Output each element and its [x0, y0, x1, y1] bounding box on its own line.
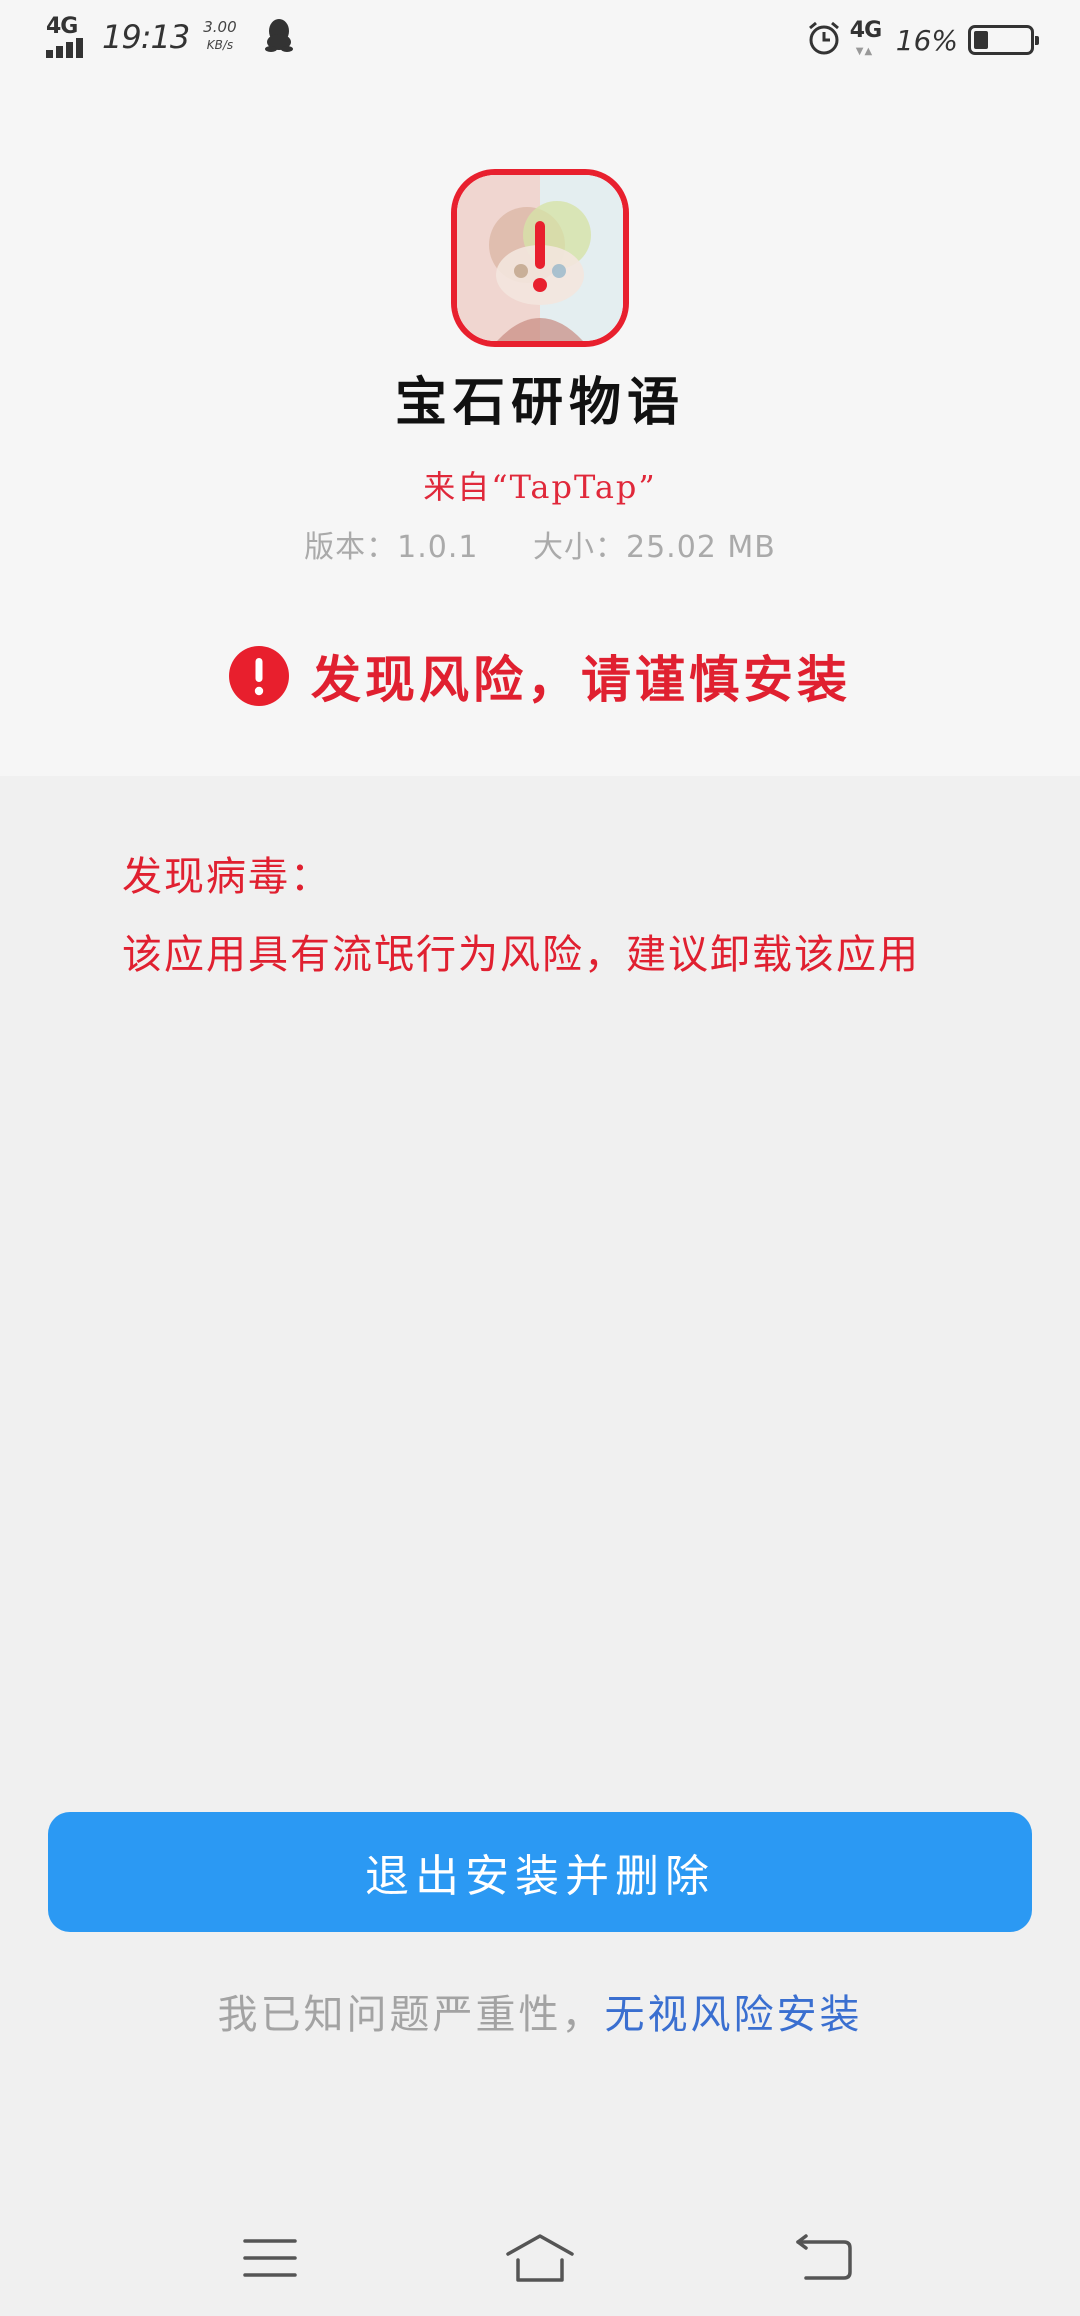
app-size: 大小：25.02 MB	[533, 530, 776, 565]
battery-percent: 16%	[895, 23, 958, 57]
mobile-data-indicator: 4G ▼▲	[849, 18, 882, 57]
home-icon[interactable]	[500, 2228, 580, 2288]
warning-icon	[533, 221, 547, 292]
virus-report: 发现病毒： 该应用具有流氓行为风险，建议卸载该应用	[122, 852, 920, 1008]
alert-circle-icon	[229, 646, 289, 706]
ignore-risk-install-link[interactable]: 无视风险安装	[605, 1992, 863, 2038]
risk-headline: 发现风险，请谨慎安装	[311, 650, 851, 709]
network-type-label: 4G	[46, 14, 78, 39]
app-source: 来自“TapTap”	[423, 468, 657, 506]
network-speed-value: 3.00	[203, 18, 237, 36]
alarm-clock-icon	[806, 20, 842, 60]
virus-title: 发现病毒：	[122, 854, 332, 900]
back-icon[interactable]	[784, 2228, 864, 2288]
qq-penguin-icon	[264, 18, 293, 56]
clock: 19:13	[102, 18, 190, 56]
virus-description: 该应用具有流氓行为风险，建议卸载该应用	[122, 932, 920, 978]
app-name: 宝石研物语	[394, 372, 685, 433]
risk-warning: 发现风险，请谨慎安装	[0, 640, 1080, 712]
menu-icon[interactable]	[230, 2228, 310, 2288]
network-speed: 3.00 KB/s	[203, 18, 236, 54]
ack-prefix: 我已知问题严重性，	[217, 1992, 605, 2038]
acknowledge-text: 我已知问题严重性，无视风险安装	[0, 1982, 1080, 2040]
status-bar: 4G 19:13 3.00 KB/s 4G ▼▲ 16%	[0, 0, 1080, 84]
navigation-bar	[0, 2200, 1080, 2316]
app-version: 版本：1.0.1	[304, 530, 479, 565]
network-type-label: 4G	[849, 18, 882, 43]
network-speed-unit: KB/s	[206, 38, 234, 52]
signal-strength-icon: 4G	[46, 14, 92, 58]
battery-icon	[968, 25, 1039, 55]
app-meta: 版本：1.0.1 大小：25.02 MB	[0, 522, 1080, 566]
exit-delete-button[interactable]: 退出安装并删除	[48, 1812, 1032, 1932]
app-icon	[451, 169, 629, 347]
